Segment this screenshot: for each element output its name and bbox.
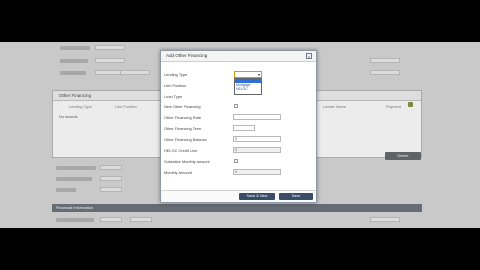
bg-field — [95, 58, 125, 63]
new-other-financing-checkbox[interactable] — [234, 104, 238, 108]
save-button[interactable]: Save — [279, 193, 313, 200]
bg-field — [100, 165, 122, 170]
add-other-financing-dialog: Add Other Financing x Lending Type ▾ Lie… — [160, 50, 317, 203]
dropdown-option[interactable]: HELOC — [235, 87, 261, 91]
bg-label — [56, 177, 92, 181]
column-header[interactable]: Payment — [386, 105, 401, 109]
bg-field — [130, 217, 152, 222]
monthly-amount-label: Monthly Amount — [164, 170, 192, 175]
bg-label — [60, 71, 86, 75]
financial-information-header[interactable]: Financial Information — [52, 204, 422, 212]
lien-position-label: Lien Position — [164, 83, 187, 88]
other-financing-rate-input[interactable] — [233, 114, 281, 120]
delete-button[interactable]: Delete — [385, 152, 421, 160]
bg-field — [120, 70, 150, 75]
dialog-title: Add Other Financing — [166, 53, 208, 58]
other-financing-balance-input[interactable]: 0 — [233, 136, 281, 142]
other-financing-balance-label: Other Financing Balance — [164, 137, 207, 142]
column-header[interactable]: Lender Name — [323, 105, 346, 109]
bg-field — [100, 176, 122, 181]
bg-field — [370, 58, 400, 63]
bg-label — [56, 166, 96, 170]
bg-label — [60, 46, 90, 50]
column-header[interactable]: Lien Position — [115, 105, 137, 109]
lending-type-label: Lending Type — [164, 72, 188, 77]
lending-type-dropdown[interactable]: Mortgage HELOC — [234, 78, 262, 95]
empty-row-text: No records — [59, 115, 78, 119]
bg-label — [60, 59, 88, 63]
close-icon[interactable]: x — [306, 53, 312, 59]
dialog-footer: Save & New Save — [161, 190, 316, 202]
other-financing-rate-label: Other Financing Rate — [164, 115, 201, 120]
add-record-icon[interactable] — [408, 102, 413, 107]
section-label: Financial Information — [56, 205, 94, 210]
subsidize-monthly-amount-checkbox[interactable] — [234, 159, 238, 163]
heloc-credit-line-input[interactable]: 0 — [233, 147, 281, 153]
heloc-credit-line-label: HELOC Credit Line — [164, 148, 198, 153]
subsidize-monthly-amount-label: Subsidize Monthly amount — [164, 159, 210, 164]
other-financing-term-input[interactable] — [233, 125, 255, 131]
save-and-new-button[interactable]: Save & New — [239, 193, 275, 200]
loan-type-label: Loan Type — [164, 94, 183, 99]
lending-type-select[interactable]: ▾ — [234, 71, 262, 78]
monthly-amount-input[interactable]: 0 — [233, 169, 281, 175]
bg-field — [100, 187, 122, 192]
column-header[interactable]: Lending Type — [69, 105, 92, 109]
bg-field — [95, 45, 125, 50]
bg-field — [370, 70, 400, 75]
dialog-titlebar: Add Other Financing x — [161, 51, 316, 62]
bg-field — [100, 217, 122, 222]
new-other-financing-label: New Other Financing — [164, 104, 201, 109]
bg-label — [56, 218, 94, 222]
bg-field — [370, 217, 400, 222]
bg-label — [56, 188, 76, 192]
other-financing-term-label: Other Financing Term — [164, 126, 202, 131]
